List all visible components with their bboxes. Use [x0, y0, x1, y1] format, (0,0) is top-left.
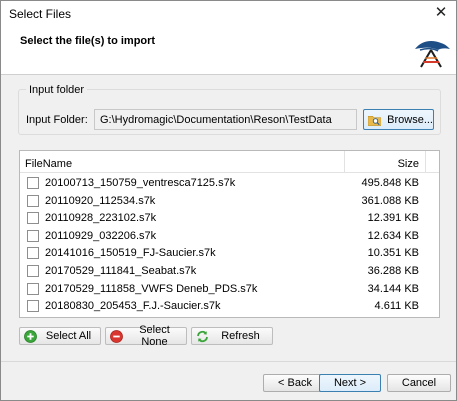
page-heading: Select the file(s) to import	[20, 35, 156, 47]
file-size: 34.144 KB	[367, 282, 419, 295]
file-name: 20180830_205453_F.J.-Saucier.s7k	[45, 300, 221, 313]
hydromagic-logo-icon	[415, 41, 450, 68]
file-checkbox[interactable]	[27, 264, 39, 277]
file-checkbox[interactable]	[27, 282, 39, 295]
wizard-header: Select the file(s) to import	[1, 27, 456, 75]
list-item[interactable]: 20110928_223102.s7k 12.391 KB	[20, 209, 439, 227]
select-none-label: Select None	[139, 324, 170, 348]
column-divider	[344, 151, 345, 173]
file-name: 20141016_150519_FJ-Saucier.s7k	[45, 247, 216, 260]
file-name: 20170529_111858_VWFS Deneb_PDS.s7k	[45, 282, 258, 295]
file-checkbox[interactable]	[27, 247, 39, 260]
file-checkbox[interactable]	[27, 194, 39, 207]
plus-circle-icon	[24, 329, 37, 343]
file-name: 20110928_223102.s7k	[45, 212, 157, 225]
file-checkbox[interactable]	[27, 212, 39, 225]
footer-divider	[1, 361, 456, 362]
refresh-label: Refresh	[221, 330, 260, 342]
file-size: 495.848 KB	[361, 177, 420, 189]
file-rows: 20100713_150759_ventresca7125.s7k 495.84…	[20, 174, 439, 315]
refresh-button[interactable]: Refresh	[191, 327, 273, 345]
file-name: 20170529_111841_Seabat.s7k	[45, 264, 197, 277]
close-icon[interactable]: ✕	[430, 3, 452, 23]
window-title: Select Files	[9, 7, 72, 21]
cancel-button[interactable]: Cancel	[387, 374, 451, 392]
select-all-button[interactable]: Select All	[19, 327, 101, 345]
file-list: FileName Size 20100713_150759_ventresca7…	[19, 150, 440, 318]
browse-button-label: Browse...	[387, 113, 433, 126]
file-size: 361.088 KB	[361, 194, 420, 207]
select-all-label: Select All	[45, 330, 92, 342]
input-folder-field[interactable]: G:\Hydromagic\Documentation\Reson\TestDa…	[94, 109, 357, 130]
folder-search-icon	[368, 115, 382, 126]
list-item[interactable]: 20110920_112534.s7k 361.088 KB	[20, 192, 439, 210]
column-header-size[interactable]: Size	[398, 158, 419, 170]
file-checkbox[interactable]	[27, 300, 39, 313]
file-size: 12.391 KB	[367, 212, 419, 225]
file-size: 36.288 KB	[367, 264, 419, 277]
refresh-icon	[197, 330, 208, 342]
next-button[interactable]: Next >	[319, 374, 381, 392]
title-bar: Select Files ✕	[1, 1, 456, 27]
list-item[interactable]: 20170529_111841_Seabat.s7k 36.288 KB	[20, 262, 439, 280]
minus-circle-icon	[110, 329, 123, 343]
list-item[interactable]: 20141016_150519_FJ-Saucier.s7k 10.351 KB	[20, 244, 439, 262]
file-list-header: FileName Size	[20, 151, 439, 173]
column-header-filename[interactable]: FileName	[25, 158, 72, 170]
browse-button[interactable]: Browse...	[363, 109, 434, 130]
column-divider	[425, 151, 426, 173]
file-name: 20110920_112534.s7k	[45, 194, 156, 207]
list-item[interactable]: 20110929_032206.s7k 12.634 KB	[20, 227, 439, 245]
select-none-button[interactable]: Select None	[105, 324, 187, 348]
file-size: 10.351 KB	[367, 247, 419, 260]
file-checkbox[interactable]	[27, 177, 39, 189]
input-folder-group-label: Input folder	[26, 84, 88, 96]
input-folder-label: Input Folder:	[26, 114, 88, 126]
list-item[interactable]: 20100713_150759_ventresca7125.s7k 495.84…	[20, 174, 439, 192]
file-name: 20110929_032206.s7k	[45, 229, 157, 242]
back-button[interactable]: < Back	[263, 374, 327, 392]
list-item[interactable]: 20180830_205453_F.J.-Saucier.s7k 4.611 K…	[20, 297, 439, 315]
file-checkbox[interactable]	[27, 229, 39, 242]
file-name: 20100713_150759_ventresca7125.s7k	[45, 177, 236, 189]
file-size: 12.634 KB	[367, 229, 419, 242]
select-files-dialog: Select Files ✕ Select the file(s) to imp…	[0, 0, 457, 401]
file-size: 4.611 KB	[374, 300, 419, 313]
list-item[interactable]: 20170529_111858_VWFS Deneb_PDS.s7k 34.14…	[20, 280, 439, 298]
